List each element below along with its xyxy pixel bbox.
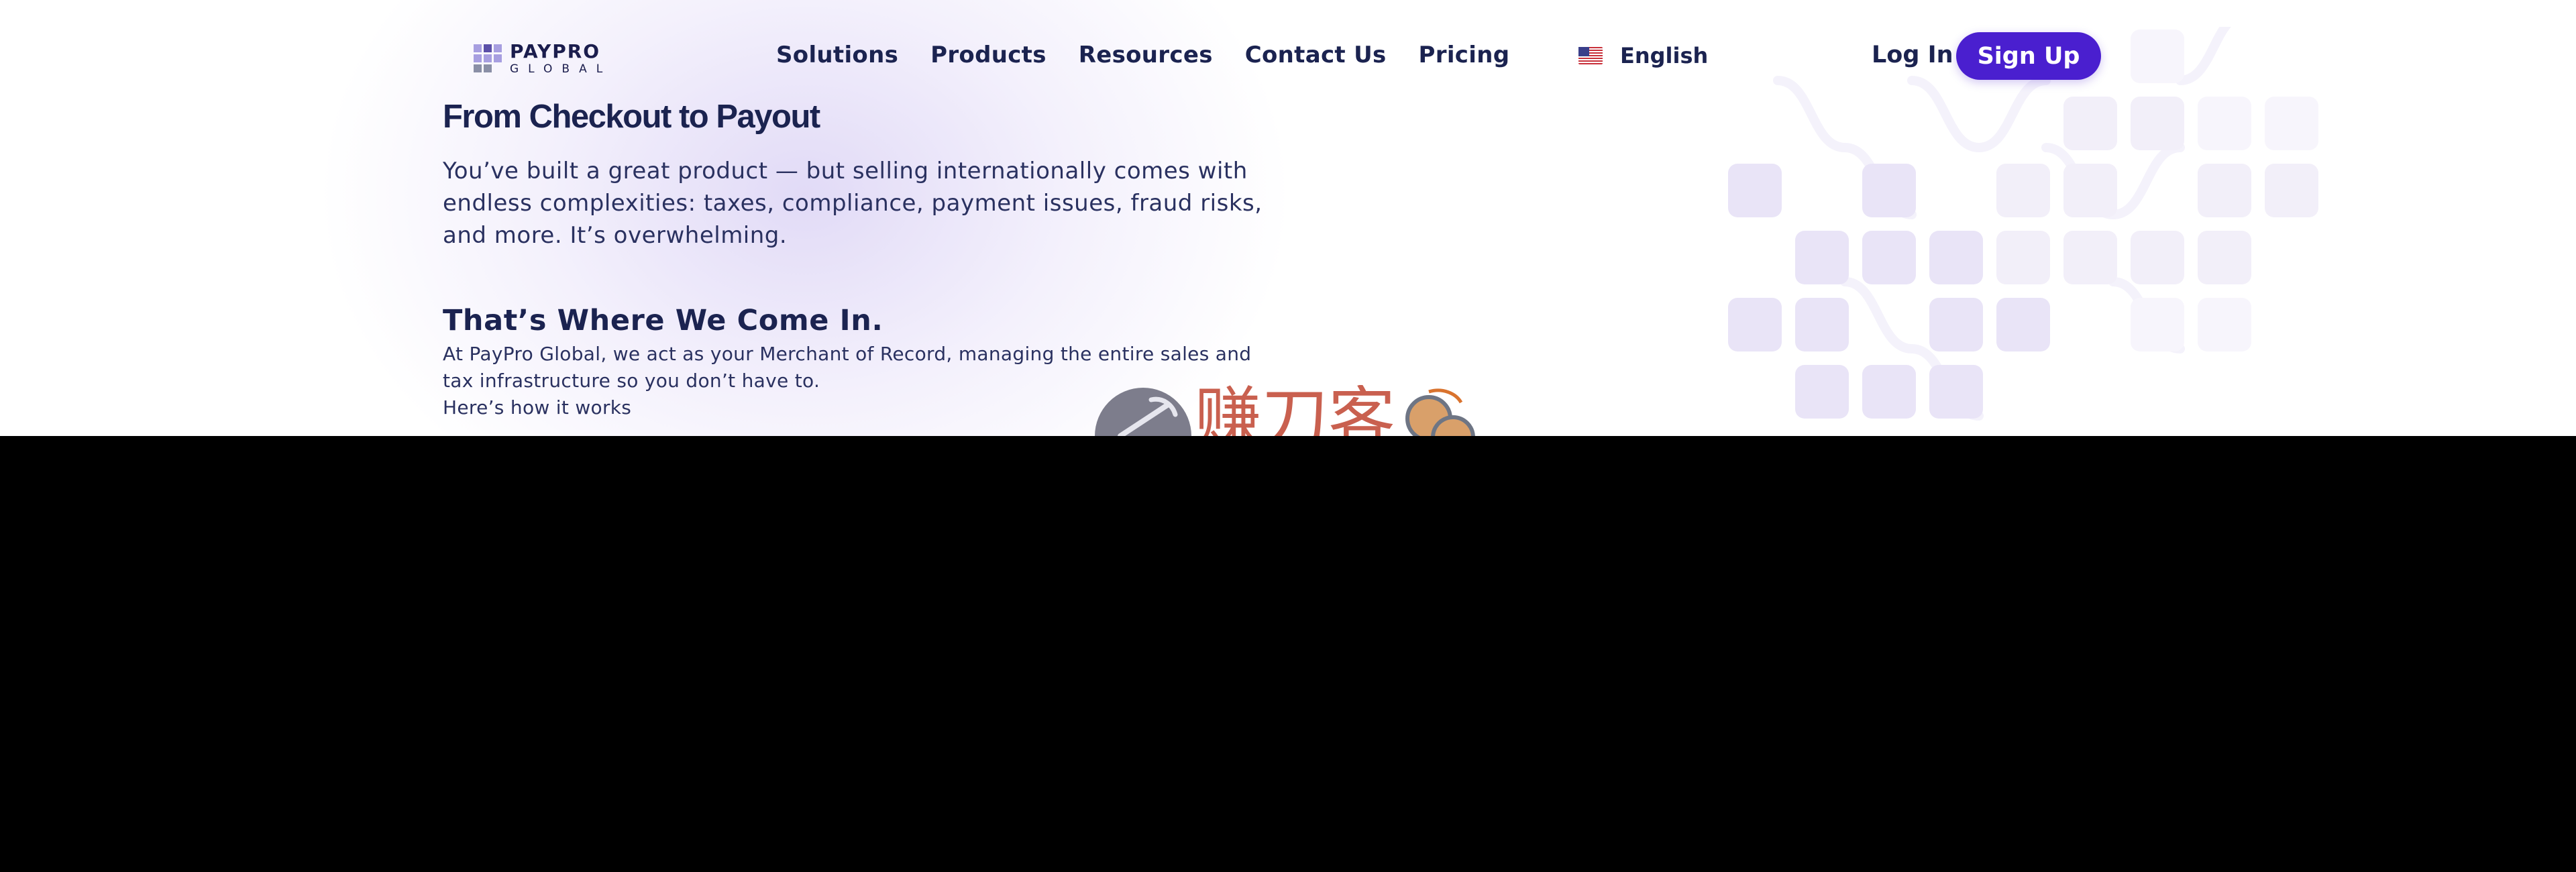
nav-contact-us[interactable]: Contact Us bbox=[1245, 42, 1387, 68]
us-flag-icon bbox=[1578, 47, 1603, 64]
nav-products[interactable]: Products bbox=[930, 42, 1046, 68]
watermark-pickaxe-icon bbox=[1095, 388, 1191, 436]
main-navigation: Solutions Products Resources Contact Us … bbox=[776, 42, 1509, 68]
nav-resources[interactable]: Resources bbox=[1079, 42, 1213, 68]
intro-paragraph: You’ve built a great product — but selli… bbox=[443, 158, 1263, 249]
nav-solutions[interactable]: Solutions bbox=[776, 42, 898, 68]
coin-badge-icon bbox=[1405, 388, 1475, 436]
nav-pricing[interactable]: Pricing bbox=[1419, 42, 1510, 68]
site-header: PAYPRO GLOBAL Solutions Products Resourc… bbox=[0, 0, 2576, 114]
logo-line-2: GLOBAL bbox=[510, 62, 612, 76]
section-subtitle: That’s Where We Come In. bbox=[443, 304, 883, 337]
watermark-overlay: 赚刀客 bbox=[1095, 385, 1475, 436]
page-title: From Checkout to Payout bbox=[443, 99, 820, 135]
signup-button[interactable]: Sign Up bbox=[1956, 32, 2101, 80]
logo-mark-icon bbox=[474, 44, 502, 72]
page-viewport: PAYPRO GLOBAL Solutions Products Resourc… bbox=[0, 0, 2576, 436]
blank-area bbox=[0, 436, 2576, 872]
hero-section: From Checkout to Payout You’ve built a g… bbox=[443, 101, 1268, 421]
paypro-global-logo[interactable]: PAYPRO GLOBAL bbox=[474, 42, 612, 75]
watermark-text: 赚刀客 bbox=[1194, 385, 1395, 436]
logo-wordmark: PAYPRO GLOBAL bbox=[510, 42, 612, 75]
language-selector[interactable]: English bbox=[1578, 43, 1708, 68]
login-link[interactable]: Log In bbox=[1872, 42, 1953, 68]
language-label: English bbox=[1620, 43, 1709, 68]
logo-line-1: PAYPRO bbox=[510, 40, 601, 62]
